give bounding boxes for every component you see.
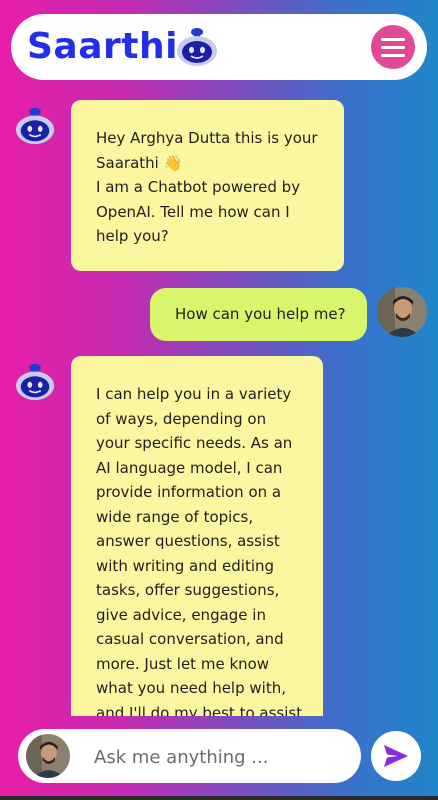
user-avatar (377, 287, 427, 337)
message-input-bar (18, 729, 361, 783)
app-header: Saarthi (11, 14, 427, 80)
message-input[interactable] (92, 737, 351, 777)
bot-message: I can help you in a variety of ways, dep… (71, 356, 323, 716)
hamburger-menu-icon (381, 37, 405, 41)
user-avatar (26, 734, 70, 778)
send-button[interactable] (371, 731, 421, 781)
bot-avatar-icon (15, 107, 55, 145)
bottom-edge (0, 796, 438, 800)
send-icon (384, 745, 408, 767)
user-message: How can you help me? (150, 288, 367, 341)
bot-message: Hey Arghya Dutta this is your Saarathi 👋… (71, 100, 344, 271)
bot-avatar-icon (15, 363, 55, 401)
app-title: Saarthi (27, 26, 178, 67)
robot-icon (177, 28, 217, 66)
menu-button[interactable] (371, 25, 415, 69)
